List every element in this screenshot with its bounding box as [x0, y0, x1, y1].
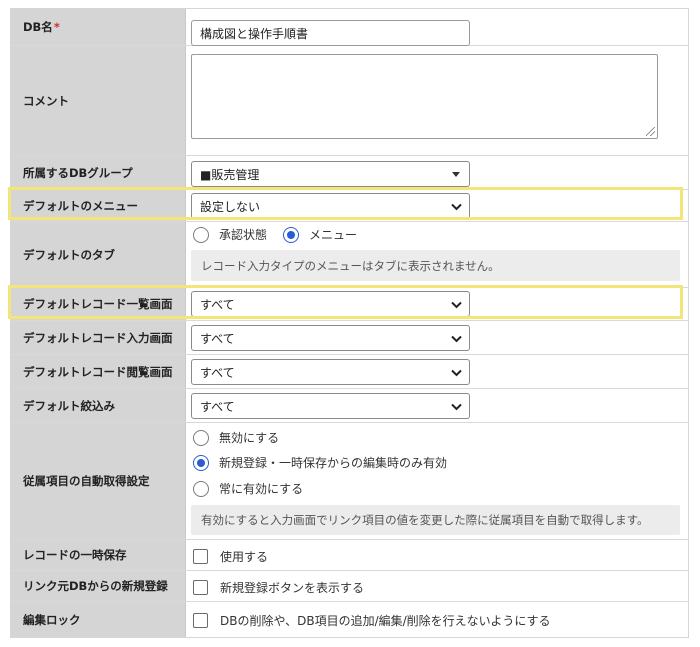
row-comment: コメント [11, 46, 688, 156]
caret-down-icon [452, 172, 460, 177]
db-group-select[interactable]: ■販売管理 [191, 161, 470, 187]
db-group-selected: ■販売管理 [200, 167, 260, 182]
default-menu-select[interactable]: 設定しない [191, 193, 470, 219]
default-list-label: デフォルトレコード一覧画面 [11, 288, 186, 320]
radio-label: 承認状態 [219, 228, 268, 242]
default-input-label: デフォルトレコード入力画面 [11, 321, 186, 354]
chevron-down-icon [451, 369, 462, 377]
checkbox-label: DBの削除や、DB項目の追加/編集/削除を行えないようにする [220, 614, 551, 628]
resize-handle-icon[interactable] [646, 127, 655, 136]
radio-option-menu[interactable]: メニュー [283, 226, 357, 243]
link-new-label: リンク元DBからの新規登録 [11, 571, 186, 601]
default-view-select[interactable]: すべて [191, 359, 470, 385]
radio-option-approval[interactable]: 承認状態 [193, 226, 267, 243]
required-mark: * [53, 20, 60, 34]
checkbox-label: 使用する [220, 550, 269, 564]
default-filter-select[interactable]: すべて [191, 393, 470, 419]
link-new-checkbox-option[interactable]: 新規登録ボタンを表示する [193, 579, 364, 596]
radio-label: 新規登録・一時保存からの編集時のみ有効 [219, 456, 448, 470]
row-link-new: リンク元DBからの新規登録 新規登録ボタンを表示する [11, 571, 688, 602]
comment-textarea[interactable] [191, 54, 658, 139]
row-auto-fetch: 従属項目の自動取得設定 無効にする 新規登録・一時保存からの編集時のみ有効 常に… [11, 423, 688, 540]
default-filter-label: デフォルト絞込み [11, 389, 186, 422]
chevron-down-icon [451, 403, 462, 411]
row-db-group: 所属するDBグループ ■販売管理 [11, 156, 688, 190]
radio-label: メニュー [309, 228, 358, 242]
default-tab-label: デフォルトのタブ [11, 222, 186, 287]
edit-lock-label: 編集ロック [11, 602, 186, 637]
row-default-list: デフォルトレコード一覧画面 すべて [11, 288, 688, 321]
radio-button[interactable] [193, 226, 209, 243]
row-default-input: デフォルトレコード入力画面 すべて [11, 321, 688, 355]
radio-option-disabled[interactable]: 無効にする [193, 429, 279, 446]
chevron-down-icon [451, 335, 462, 343]
default-input-selected: すべて [200, 331, 235, 346]
default-tab-note: レコード入力タイプのメニューはタブに表示されません。 [191, 250, 680, 281]
db-settings-form: DB名 * 構成図と操作手順書 コメント 所属するDBグループ ■販売管理 デフォ… [10, 8, 689, 638]
row-edit-lock: 編集ロック DBの削除や、DB項目の追加/編集/削除を行えないようにする [11, 602, 688, 637]
db-name-label: DB名 * [11, 9, 186, 45]
db-name-input[interactable]: 構成図と操作手順書 [191, 20, 470, 46]
default-menu-selected: 設定しない [200, 199, 261, 214]
checkbox[interactable] [193, 549, 208, 564]
default-input-select[interactable]: すべて [191, 325, 470, 351]
default-menu-label: デフォルトのメニュー [11, 190, 186, 221]
radio-option-always[interactable]: 常に有効にする [193, 480, 303, 497]
row-default-filter: デフォルト絞込み すべて [11, 389, 688, 423]
row-db-name: DB名 * 構成図と操作手順書 [11, 9, 688, 46]
chevron-down-icon [451, 301, 462, 309]
default-view-selected: すべて [200, 365, 235, 380]
default-view-label: デフォルトレコード閲覧画面 [11, 355, 186, 388]
default-filter-selected: すべて [200, 399, 235, 414]
default-list-select[interactable]: すべて [191, 291, 470, 317]
chevron-down-icon [451, 203, 462, 211]
temp-save-checkbox-option[interactable]: 使用する [193, 548, 268, 565]
temp-save-label: レコードの一時保存 [11, 540, 186, 570]
edit-lock-checkbox-option[interactable]: DBの削除や、DB項目の追加/編集/削除を行えないようにする [193, 612, 551, 629]
row-temp-save: レコードの一時保存 使用する [11, 540, 688, 571]
radio-button-selected[interactable] [193, 454, 209, 471]
radio-label: 常に有効にする [219, 482, 304, 496]
row-default-tab: デフォルトのタブ 承認状態 メニュー レコード入力タイプのメニューはタブに表示さ… [11, 222, 688, 288]
radio-option-new-only[interactable]: 新規登録・一時保存からの編集時のみ有効 [193, 454, 447, 471]
checkbox[interactable] [193, 580, 208, 595]
row-default-view: デフォルトレコード閲覧画面 すべて [11, 355, 688, 389]
checkbox-label: 新規登録ボタンを表示する [220, 581, 365, 595]
db-group-label: 所属するDBグループ [11, 156, 186, 189]
row-default-menu: デフォルトのメニュー 設定しない [11, 190, 688, 222]
comment-label: コメント [11, 46, 186, 155]
radio-button[interactable] [193, 480, 209, 497]
radio-button-selected[interactable] [283, 226, 299, 243]
radio-label: 無効にする [219, 431, 280, 445]
default-list-selected: すべて [200, 297, 235, 312]
radio-button[interactable] [193, 429, 209, 446]
auto-fetch-note: 有効にすると入力画面でリンク項目の値を変更した際に従属項目を自動で取得します。 [191, 505, 680, 535]
auto-fetch-label: 従属項目の自動取得設定 [11, 423, 186, 539]
checkbox[interactable] [193, 613, 208, 628]
